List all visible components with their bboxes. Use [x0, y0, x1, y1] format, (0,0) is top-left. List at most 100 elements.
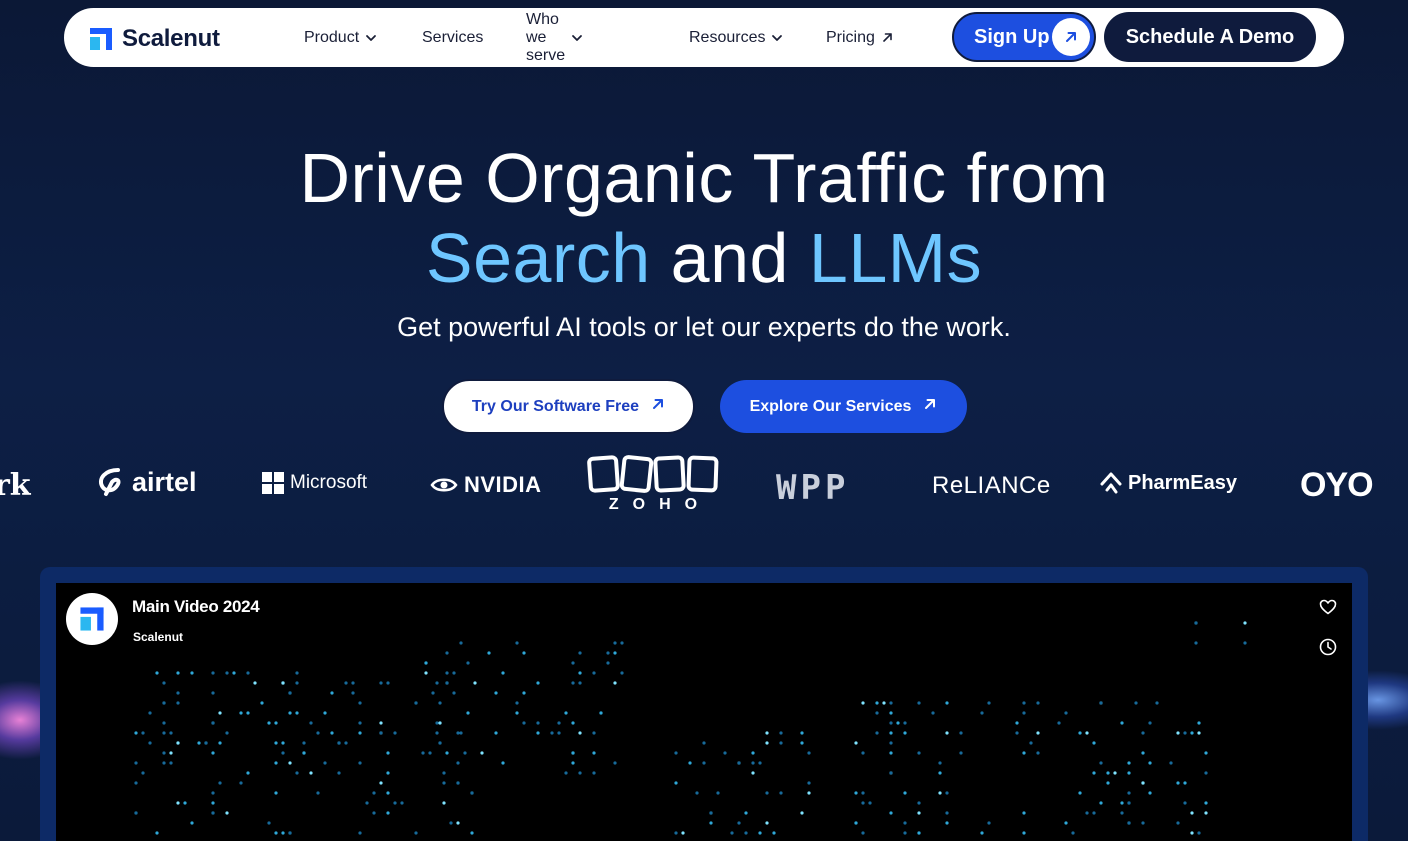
map-dot [702, 761, 706, 765]
hero-accent-llms: LLMs [808, 219, 983, 297]
map-dot [176, 741, 180, 745]
map-dot [1204, 771, 1208, 775]
map-dot [225, 671, 229, 675]
map-dot [959, 751, 963, 755]
nav-item-product[interactable]: Product [304, 29, 377, 47]
map-dot [155, 831, 159, 835]
map-dot [945, 821, 949, 825]
map-dot [1141, 821, 1145, 825]
map-dot [854, 741, 858, 745]
map-dot [239, 711, 243, 715]
map-dot [211, 751, 215, 755]
map-dot [1155, 701, 1159, 705]
map-dot [1022, 831, 1026, 835]
map-dot [903, 721, 907, 725]
video-channel-name[interactable]: Scalenut [133, 630, 183, 644]
top-navbar: Scalenut Product Services Who we serve R… [64, 8, 1344, 67]
try-software-free-button[interactable]: Try Our Software Free [442, 379, 695, 434]
map-dot [1183, 781, 1187, 785]
map-dot [903, 791, 907, 795]
schedule-demo-button[interactable]: Schedule A Demo [1104, 12, 1316, 62]
sign-up-button[interactable]: Sign Up [952, 12, 1096, 62]
hero-headline-line1: Drive Organic Traffic from [299, 139, 1109, 217]
try-software-label: Try Our Software Free [471, 397, 640, 415]
map-dot [613, 651, 617, 655]
map-dot [1141, 781, 1145, 785]
client-logo-text: OYO [1300, 466, 1374, 504]
brand-logo[interactable]: Scalenut [90, 25, 220, 53]
nav-item-label: Pricing [826, 28, 875, 46]
map-dot [875, 701, 879, 705]
video-title[interactable]: Main Video 2024 [132, 597, 260, 617]
map-dot [800, 811, 804, 815]
map-dot [379, 731, 383, 735]
map-dot [431, 691, 435, 695]
map-dot [613, 681, 617, 685]
map-dot [379, 781, 383, 785]
map-dot [889, 811, 893, 815]
map-dot [204, 741, 208, 745]
client-logo-oyo: OYO [1300, 466, 1374, 505]
map-dot [1194, 621, 1198, 625]
map-dot [211, 721, 215, 725]
microsoft-grid-icon [262, 472, 284, 494]
map-dot [854, 821, 858, 825]
map-dot [903, 731, 907, 735]
map-dot [372, 791, 376, 795]
map-dot [466, 711, 470, 715]
map-dot [225, 811, 229, 815]
nav-item-label: Resources [689, 28, 766, 46]
arrow-up-right-icon [1052, 18, 1090, 56]
map-dot [1036, 731, 1040, 735]
map-dot [344, 741, 348, 745]
map-dot [613, 641, 617, 645]
map-dot [1120, 811, 1124, 815]
map-dot [1176, 731, 1180, 735]
map-dot [1127, 771, 1131, 775]
nav-item-who-we-serve[interactable]: Who we serve [526, 11, 583, 65]
nav-item-pricing[interactable]: Pricing [826, 29, 894, 47]
map-dot [709, 811, 713, 815]
map-dot [414, 831, 418, 835]
map-dot [1134, 701, 1138, 705]
heart-icon[interactable] [1318, 597, 1338, 617]
channel-avatar[interactable] [66, 593, 118, 645]
map-dot [1092, 741, 1096, 745]
map-dot [393, 731, 397, 735]
map-dot [800, 741, 804, 745]
map-dot [141, 731, 145, 735]
map-dot [1085, 811, 1089, 815]
map-dot [211, 811, 215, 815]
map-dot [571, 721, 575, 725]
nav-item-resources[interactable]: Resources [689, 29, 783, 47]
map-dot [253, 681, 257, 685]
map-dot [1064, 821, 1068, 825]
map-dot [1204, 801, 1208, 805]
map-dot [980, 711, 984, 715]
clock-icon[interactable] [1318, 637, 1338, 657]
map-dot [931, 711, 935, 715]
map-dot [459, 731, 463, 735]
explore-services-button[interactable]: Explore Our Services [720, 380, 967, 433]
map-dot [1120, 801, 1124, 805]
map-dot [288, 831, 292, 835]
map-dot [211, 791, 215, 795]
map-dot [861, 751, 865, 755]
map-dot [674, 781, 678, 785]
map-dot [288, 711, 292, 715]
nav-item-services[interactable]: Services [422, 29, 483, 47]
map-dot [1106, 771, 1110, 775]
map-dot [246, 711, 250, 715]
map-dot [239, 781, 243, 785]
map-dot [861, 791, 865, 795]
chevron-down-icon [365, 32, 377, 44]
map-dot [1148, 761, 1152, 765]
map-dot [606, 661, 610, 665]
map-dot [758, 761, 762, 765]
map-dot [987, 821, 991, 825]
video-player[interactable]: Main Video 2024 Scalenut [56, 583, 1352, 841]
map-dot [751, 761, 755, 765]
map-dot [571, 761, 575, 765]
brand-name: Scalenut [122, 25, 220, 52]
map-dot [758, 831, 762, 835]
